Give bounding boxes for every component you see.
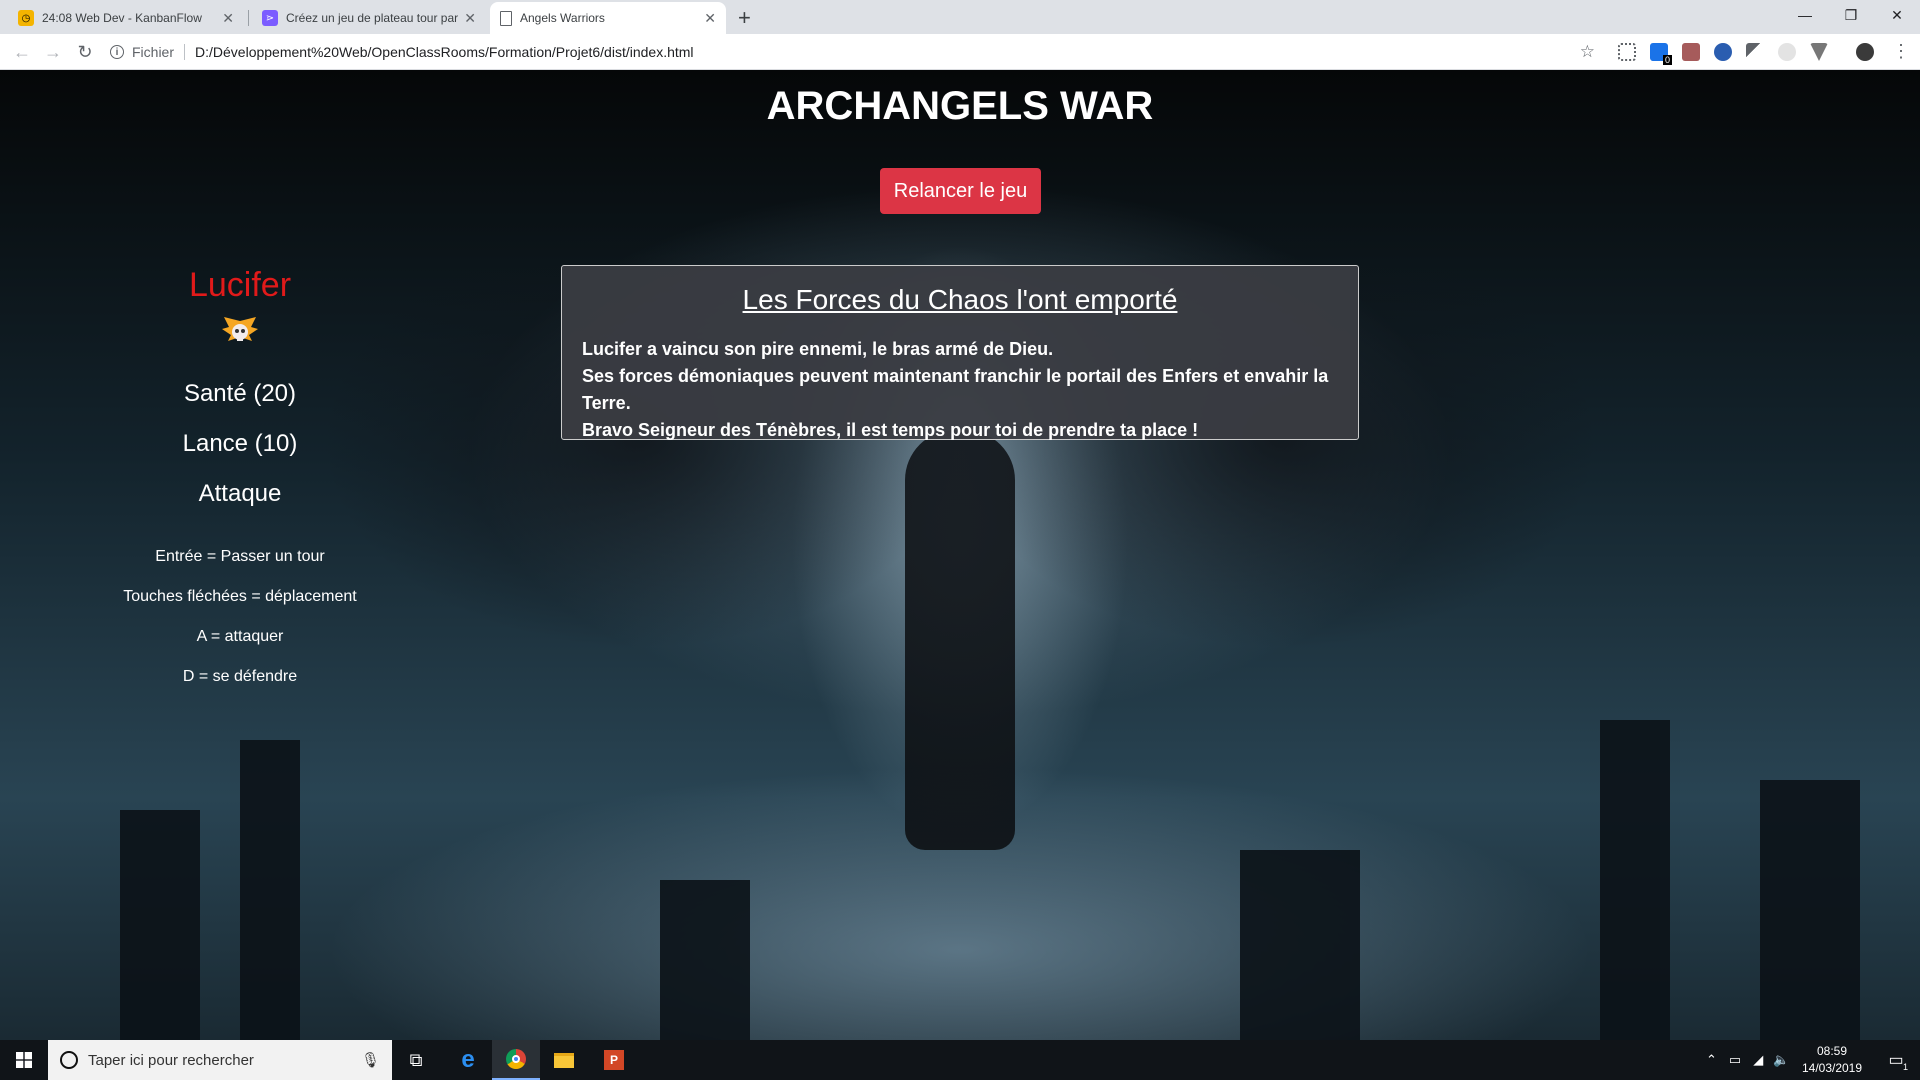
network-icon[interactable]: ◢ [1753,1052,1763,1068]
player-name: Lucifer [188,266,292,304]
minimize-icon[interactable]: — [1782,0,1828,30]
folder-icon [554,1052,574,1068]
victory-message-line: Lucifer a vaincu son pire ennemi, le bra… [582,339,1054,359]
address-bar[interactable]: i Fichier D:/Développement%20Web/OpenCla… [110,38,1595,66]
clock-date: 14/03/2019 [1801,1061,1863,1075]
page-favicon-icon [500,10,512,26]
tab-close-icon[interactable]: ✕ [222,10,234,27]
background-angel-figure [905,430,1015,850]
taskbar-search-placeholder: Taper ici pour rechercher [88,1051,254,1069]
tab-openclassrooms[interactable]: ⋗ Créez un jeu de plateau tour par ✕ [252,2,486,34]
extension-badge-count: 0 [1662,55,1672,65]
player-health: Santé (20) [183,380,297,407]
system-tray: ⌃ ▭ ◢ 🔈 [1706,1040,1789,1080]
tab-separator [248,10,249,26]
cortana-icon [60,1051,78,1069]
control-hint: D = se défendre [182,668,298,685]
background-building [660,880,750,1040]
new-tab-plus-icon[interactable]: + [738,5,751,31]
powerpoint-icon[interactable]: P [590,1040,638,1080]
windows-start-button[interactable] [0,1040,48,1080]
tab-angels-warriors[interactable]: Angels Warriors ✕ [490,2,726,34]
background-building [1240,850,1360,1040]
chrome-browser-icon[interactable] [492,1040,540,1080]
bookmark-star-icon[interactable]: ☆ [1580,42,1595,62]
chrome-logo-icon [506,1049,526,1069]
microphone-icon[interactable]: 🎙 [361,1051,380,1069]
globe-extension-icon[interactable] [1714,43,1732,61]
player-panel: Lucifer Santé (20) Lance (10) Attaque En… [100,266,380,686]
background-building [1600,720,1670,1040]
tab-title: Angels Warriors [520,11,605,25]
extension-badge-icon[interactable]: 0 [1650,43,1672,65]
winged-skull-icon [222,317,258,341]
background-building [120,810,200,1040]
restart-game-button[interactable]: Relancer le jeu [880,168,1041,214]
restore-icon[interactable]: ❐ [1828,0,1874,30]
reload-icon[interactable]: ↻ [73,40,97,64]
control-hint: Touches fléchées = déplacement [123,588,357,605]
tab-title: 24:08 Web Dev - KanbanFlow [42,11,202,25]
action-center-icon[interactable]: ▭ 1 [1872,1040,1920,1080]
tab-close-icon[interactable]: ✕ [464,10,476,27]
back-arrow-icon[interactable]: ← [10,40,34,64]
disabled-extension-icon[interactable] [1778,43,1796,61]
game-title: ARCHANGELS WAR [766,84,1154,128]
browser-menu-icon[interactable]: ⋮ [1892,41,1910,62]
tab-title: Créez un jeu de plateau tour par [286,11,459,25]
taskbar-search-box[interactable]: Taper ici pour rechercher 🎙 [48,1040,392,1080]
tab-close-icon[interactable]: ✕ [704,10,716,27]
address-scheme: Fichier [132,44,186,60]
windows-logo-icon [16,1052,32,1068]
profile-avatar[interactable] [1856,43,1874,61]
tab-kanbanflow[interactable]: ◷ 24:08 Web Dev - KanbanFlow ✕ [8,2,244,34]
windows-taskbar: Taper ici pour rechercher 🎙 ⧉ e P ⌃ ▭ ◢ … [0,1040,1920,1080]
task-view-icon[interactable]: ⧉ [392,1040,440,1080]
info-icon[interactable]: i [110,45,124,59]
player-stance: Attaque [198,480,282,507]
openclassrooms-favicon-icon: ⋗ [262,10,278,26]
victory-message-title: Les Forces du Chaos l'ont emporté [742,284,1178,315]
close-window-icon[interactable]: ✕ [1874,0,1920,30]
control-hint: A = attaquer [196,628,284,645]
forward-arrow-icon[interactable]: → [41,40,65,64]
control-hint: Entrée = Passer un tour [155,548,325,565]
edge-browser-icon[interactable]: e [444,1040,492,1080]
notification-count: 1 [1902,1062,1908,1072]
browser-toolbar: ← → ↻ i Fichier D:/Développement%20Web/O… [0,34,1920,70]
victory-message-line: Bravo Seigneur des Ténèbres, il est temp… [582,420,1199,440]
battery-icon[interactable]: ▭ [1729,1052,1741,1068]
vue-extension-icon[interactable] [1810,43,1828,61]
background-building [240,740,300,1040]
background-building [1760,780,1860,1040]
pdf-extension-icon[interactable] [1682,43,1700,61]
show-hidden-icons-chevron-icon[interactable]: ⌃ [1706,1052,1717,1068]
address-url[interactable]: D:/Développement%20Web/OpenClassRooms/Fo… [195,44,694,60]
victory-message-line: Ses forces démoniaques peuvent maintenan… [582,366,1329,413]
extension-grid-icon[interactable] [1618,43,1636,61]
powerpoint-logo-icon: P [604,1050,624,1070]
clock-time: 08:59 [1816,1044,1848,1058]
player-weapon: Lance (10) [182,430,298,457]
file-explorer-icon[interactable] [540,1040,588,1080]
victory-message-box: Les Forces du Chaos l'ont emporté Lucife… [561,265,1359,440]
browser-tab-bar: ◷ 24:08 Web Dev - KanbanFlow ✕ ⋗ Créez u… [0,0,1920,34]
taskbar-clock[interactable]: 08:59 14/03/2019 [1787,1043,1877,1077]
eyedropper-extension-icon[interactable] [1746,43,1764,61]
kanbanflow-favicon-icon: ◷ [18,10,34,26]
game-page: ARCHANGELS WAR Relancer le jeu Lucifer S… [0,70,1920,1040]
